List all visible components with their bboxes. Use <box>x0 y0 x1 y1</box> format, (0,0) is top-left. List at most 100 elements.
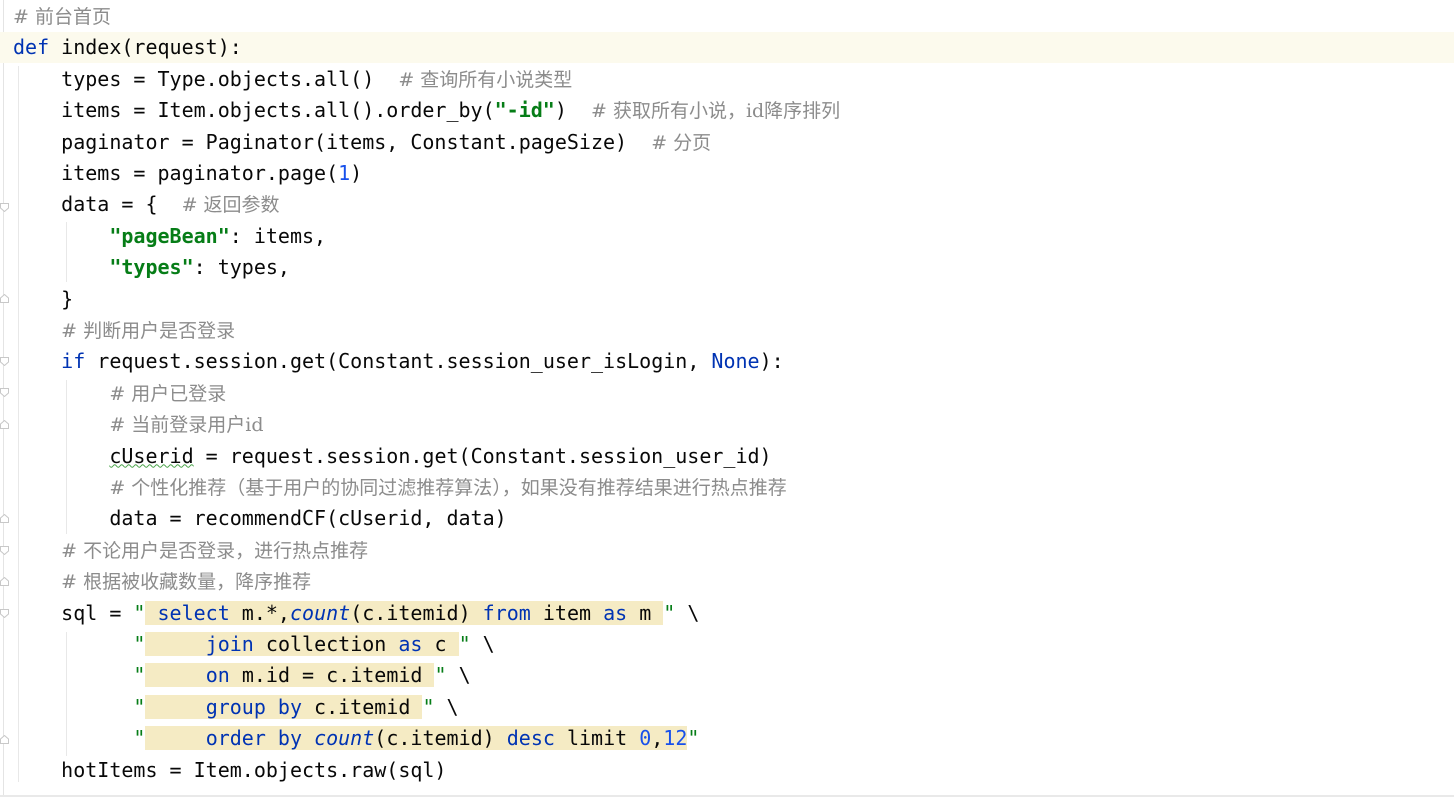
code-line[interactable]: # 个性化推荐（基于用户的协同过滤推荐算法），如果没有推荐结果进行热点推荐 <box>0 472 1454 503</box>
code-token: # 判断用户是否登录 <box>61 320 236 342</box>
code-line[interactable]: sql = " select m.*,count(c.itemid) from … <box>0 598 1454 629</box>
code-token: def <box>13 35 50 60</box>
code-line[interactable]: cUserid = request.session.get(Constant.s… <box>0 441 1454 472</box>
code-token: hotItems = Item.objects.raw(sql) <box>13 757 447 782</box>
code-line-text: # 前台首页 <box>13 1 111 33</box>
fold-marker-icon[interactable] <box>0 388 9 397</box>
code-token: # 根据被收藏数量，降序推荐 <box>61 571 312 594</box>
indent-guide <box>66 222 67 282</box>
code-line-text: cUserid = request.session.get(Constant.s… <box>13 441 771 472</box>
code-line-text: # 判断用户是否登录 <box>13 315 235 347</box>
code-line[interactable]: items = paginator.page(1) <box>0 158 1454 189</box>
code-token: count <box>314 726 375 751</box>
code-token: "pageBean" <box>109 223 230 248</box>
fold-marker-icon[interactable] <box>0 294 9 303</box>
code-line[interactable]: " on m.id = c.itemid " \ <box>0 660 1454 691</box>
code-line[interactable]: paginator = Paginator(items, Constant.pa… <box>0 127 1454 158</box>
code-token: on <box>205 663 230 688</box>
code-token: None <box>711 349 760 374</box>
code-token: if <box>61 349 86 374</box>
code-line[interactable]: } <box>0 284 1454 315</box>
code-token: 12 <box>663 726 688 751</box>
code-line-text: types = Type.objects.all() # 查询所有小说类型 <box>13 64 572 96</box>
code-token <box>302 726 315 751</box>
code-token: index(request): <box>49 35 242 60</box>
code-token <box>145 694 206 719</box>
code-line[interactable]: # 判断用户是否登录 <box>0 315 1454 346</box>
fold-marker-icon[interactable] <box>0 609 9 618</box>
fold-marker-icon[interactable] <box>0 577 9 586</box>
fold-marker-icon[interactable] <box>0 735 9 744</box>
code-line-text: "types": types, <box>13 252 290 283</box>
code-token: desc <box>506 726 555 751</box>
code-token: request.session.get(Constant.session_use… <box>85 349 712 374</box>
code-token: select <box>157 600 230 625</box>
code-line[interactable]: if request.session.get(Constant.session_… <box>0 346 1454 377</box>
code-line[interactable]: items = Item.objects.all().order_by("-id… <box>0 95 1454 126</box>
code-token: cUserid <box>109 443 194 468</box>
code-token: paginator = Paginator(items, Constant.pa… <box>13 129 652 154</box>
fold-marker-icon[interactable] <box>0 203 9 212</box>
code-line-text: sql = " select m.*,count(c.itemid) from … <box>13 598 699 629</box>
code-line[interactable]: types = Type.objects.all() # 查询所有小说类型 <box>0 64 1454 95</box>
code-line-text: hotItems = Item.objects.raw(sql) <box>13 755 446 786</box>
code-line[interactable]: # 当前登录用户id <box>0 409 1454 440</box>
code-token: # 获取所有小说，id降序排列 <box>590 100 841 123</box>
code-line-text: "pageBean": items, <box>13 221 326 252</box>
code-line[interactable]: data = recommendCF(cUserid, data) <box>0 503 1454 534</box>
code-token: " <box>434 663 447 688</box>
code-token: m <box>627 600 664 625</box>
code-token: # 查询所有小说类型 <box>398 68 573 91</box>
code-line-text: items = paginator.page(1) <box>13 158 362 189</box>
code-line[interactable]: " order by count(c.itemid) desc limit 0,… <box>0 723 1454 754</box>
fold-marker-icon[interactable] <box>0 546 9 555</box>
code-token: m.*, <box>229 600 290 625</box>
code-line[interactable]: # 不论用户是否登录，进行热点推荐 <box>0 535 1454 566</box>
code-line[interactable]: "types": types, <box>0 252 1454 283</box>
code-token: from <box>482 600 531 625</box>
code-token: ): <box>759 349 784 374</box>
code-line[interactable]: hotItems = Item.objects.raw(sql) <box>0 755 1454 786</box>
code-line-text: " on m.id = c.itemid " \ <box>13 660 471 691</box>
code-editor[interactable]: # 前台首页 def index(request): types = Type.o… <box>0 0 1454 797</box>
code-token: " <box>133 632 146 656</box>
code-line[interactable]: # 根据被收藏数量，降序推荐 <box>0 566 1454 597</box>
code-line[interactable]: # 前台首页 <box>0 1 1454 32</box>
code-token: order by <box>205 726 303 751</box>
code-line[interactable]: # 用户已登录 <box>0 378 1454 409</box>
code-line-text: # 根据被收藏数量，降序推荐 <box>13 566 311 598</box>
code-token: count <box>289 600 351 625</box>
fold-marker-icon[interactable] <box>0 420 9 429</box>
code-line[interactable]: "pageBean": items, <box>0 221 1454 252</box>
code-token: collection <box>253 632 399 656</box>
code-line[interactable]: data = { # 返回参数 <box>0 189 1454 220</box>
code-token: as <box>603 600 628 625</box>
code-token: # 当前登录用户id <box>109 414 264 437</box>
code-token: # 用户已登录 <box>109 382 227 405</box>
code-token: c <box>422 632 459 656</box>
code-line-text: " join collection as c " \ <box>13 629 495 660</box>
code-token: group by <box>205 694 303 719</box>
code-token: " <box>422 694 435 719</box>
code-line[interactable]: " join collection as c " \ <box>0 629 1454 660</box>
code-token: # 个性化推荐（基于用户的协同过滤推荐算法），如果没有推荐结果进行热点推荐 <box>109 477 787 499</box>
code-token: } <box>13 286 74 311</box>
code-token: \ <box>446 663 471 688</box>
fold-marker-icon[interactable] <box>0 357 9 366</box>
code-token <box>145 632 206 656</box>
indent-guide <box>66 380 67 534</box>
code-line[interactable]: " group by c.itemid " \ <box>0 692 1454 723</box>
code-token: item <box>530 600 604 625</box>
code-line-text: # 用户已登录 <box>13 378 226 410</box>
code-line-text: if request.session.get(Constant.session_… <box>13 346 784 377</box>
fold-marker-icon[interactable] <box>0 514 9 523</box>
code-line[interactable]: def index(request): <box>0 32 1454 64</box>
